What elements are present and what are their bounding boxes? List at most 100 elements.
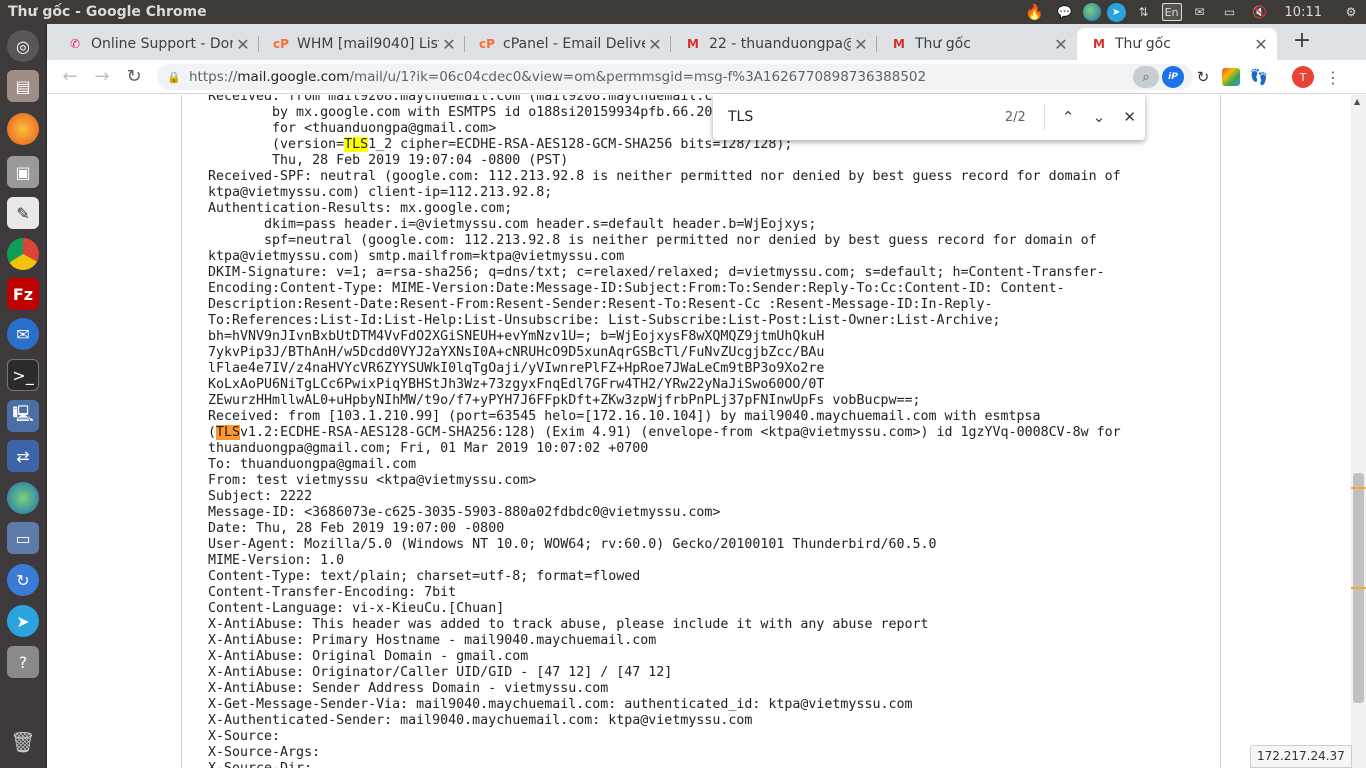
flame-icon[interactable]: 🔥 [1023, 2, 1047, 22]
header-line: X-AntiAbuse: Sender Address Domain - vie… [208, 681, 609, 696]
header-line: spf=neutral (google.com: 112.213.92.8 is… [208, 233, 1097, 248]
header-line: Content-Language: vi-x-KieuCu.[Chuan] [208, 601, 505, 616]
header-line: Received-SPF: neutral (google.com: 112.2… [208, 169, 1121, 184]
help-icon[interactable]: ? [7, 646, 39, 678]
tab-close-icon[interactable]: ✕ [439, 35, 459, 54]
network-icon[interactable]: ⇅ [1132, 2, 1156, 22]
tab-whm[interactable]: cP WHM [mail9040] List ✕ [259, 28, 465, 60]
header-line: ZEwurzHHmllwAL0+uHpbyNIhMW/t9o/f7+yPYH7J… [208, 393, 921, 408]
dash-home-icon[interactable]: ◎ [7, 30, 39, 62]
find-previous-chevron-up-icon[interactable]: ⌃ [1053, 101, 1084, 133]
tab-original-message-active[interactable]: M Thư gốc ✕ [1077, 28, 1277, 60]
header-line: To:References:List-Id:List-Help:List-Uns… [208, 313, 1001, 328]
tab-label: cPanel - Email Delive [503, 36, 645, 52]
sync-extension-icon[interactable]: ↻ [1192, 66, 1214, 88]
text-editor-icon[interactable]: ✎ [7, 197, 39, 229]
files-icon[interactable]: ▤ [7, 70, 39, 102]
raw-message-headers: Received: from mail9208.maychuemail.com … [208, 95, 1208, 768]
power-gear-icon[interactable]: ⚙ [1339, 2, 1363, 22]
header-line: X-Source: [208, 729, 281, 744]
tab-strip: ✆ Online Support - Dor ✕ cP WHM [mail904… [47, 24, 1366, 60]
profile-avatar[interactable]: T [1292, 66, 1314, 88]
find-match-count: 2/2 [1004, 109, 1026, 125]
header-line: X-AntiAbuse: Primary Hostname - mail9040… [208, 633, 657, 648]
trash-icon[interactable]: 🗑 [7, 726, 39, 758]
find-input[interactable]: TLS [728, 109, 968, 125]
tab-online-support[interactable]: ✆ Online Support - Dor ✕ [53, 28, 259, 60]
battery-icon[interactable]: ▭ [1218, 2, 1242, 22]
color-extension-icon[interactable] [1222, 68, 1240, 86]
tab-label: Thư gốc [915, 36, 971, 52]
find-in-page-icon[interactable]: ⌕ [1133, 66, 1159, 88]
tab-label: Online Support - Dor [91, 36, 233, 52]
header-line: bh=hVNV9nJIvnBxbUtDTM4VvFdO2XGiSNEUH+evY… [208, 329, 825, 344]
address-bar[interactable]: 🔒 https://mail.google.com/mail/u/1?ik=06… [157, 64, 1193, 90]
vertical-scrollbar[interactable]: ▲ [1351, 95, 1366, 768]
swirl-app-icon[interactable]: ↻ [7, 564, 39, 596]
tab-gmail-inbox[interactable]: M 22 - thuanduongpa@ ✕ [671, 28, 877, 60]
gmail-favicon-icon: M [687, 37, 699, 51]
remote-desktop-icon[interactable]: 🖳 [7, 400, 39, 432]
back-arrow-icon[interactable]: ← [55, 62, 85, 92]
gnome-extension-icon[interactable]: 👣 [1248, 66, 1270, 88]
header-line: X-AntiAbuse: Originator/Caller UID/GID -… [208, 665, 673, 680]
keyboard-language-indicator[interactable]: En [1161, 3, 1182, 21]
tab-close-icon[interactable]: ✕ [1051, 35, 1071, 54]
tab-close-icon[interactable]: ✕ [645, 35, 665, 54]
header-line: 7ykvPip3J/BThAnH/w5Dcdd0VYJ2aYXNsI0A+cNR… [208, 345, 825, 360]
telegram-icon[interactable]: ➤ [1106, 2, 1126, 22]
url-text[interactable]: https://mail.google.com/mail/u/1?ik=06c0… [189, 69, 1133, 85]
system-top-panel: Thư gốc - Google Chrome 🔥 💬 ➤ ⇅ En ✉ ▭ 🔇… [0, 0, 1366, 24]
header-line: Authentication-Results: mx.google.com; [208, 201, 513, 216]
kebab-menu-icon[interactable]: ⋮ [1322, 66, 1344, 88]
header-line: Encoding:Content-Type: MIME-Version:Date… [208, 281, 1065, 296]
tab-label: WHM [mail9040] List [297, 36, 439, 52]
system-tray: 🔥 💬 ➤ ⇅ En ✉ ▭ 🔇 10:11 ⚙ [1020, 0, 1366, 24]
scroll-up-arrow-icon[interactable]: ▲ [1354, 97, 1360, 106]
find-match-highlight: TLS [216, 425, 241, 440]
firefox-icon[interactable] [7, 113, 39, 145]
chat-icon[interactable]: 💬 [1053, 2, 1077, 22]
telegram-launcher-icon[interactable]: ➤ [7, 605, 39, 637]
globe-icon[interactable] [1082, 3, 1101, 21]
header-line: ktpa@vietmyssu.com) smtp.mailfrom=ktpa@v… [208, 249, 625, 264]
header-line: X-Source-Args: [208, 745, 321, 760]
tab-close-icon[interactable]: ✕ [851, 35, 871, 54]
tab-label: 22 - thuanduongpa@ [709, 36, 851, 52]
header-line: thuanduongpa@gmail.com; Fri, 01 Mar 2019… [208, 441, 649, 456]
network-share-icon[interactable]: ⇄ [7, 440, 39, 472]
lock-icon[interactable]: 🔒 [167, 71, 181, 84]
tab-original-message[interactable]: M Thư gốc ✕ [877, 28, 1077, 60]
status-bubble: 172.217.24.37 [1250, 745, 1352, 768]
header-line: lFlae4e7IV/z4naHVYcVR6ZYYSUWkI0lqTgOaji/… [208, 361, 825, 376]
header-line: Date: Thu, 28 Feb 2019 19:07:00 -0800 [208, 521, 505, 536]
url-host: mail.google.com [237, 69, 350, 85]
filezilla-icon[interactable]: Fz [7, 278, 39, 310]
tab-close-icon[interactable]: ✕ [1251, 35, 1271, 54]
new-tab-button[interactable]: + [1288, 28, 1316, 56]
ip-extension-icon[interactable]: iP [1162, 66, 1184, 88]
find-match-tick [1351, 487, 1366, 489]
thunderbird-icon[interactable]: ✉ [7, 318, 39, 350]
url-path: /mail/u/1?ik=06c04cdec0&view=om&permmsgi… [349, 69, 927, 85]
gmail-favicon-icon: M [893, 37, 905, 51]
browser-globe-icon[interactable] [7, 482, 39, 514]
clock[interactable]: 10:11 [1275, 5, 1336, 20]
tab-close-icon[interactable]: ✕ [233, 35, 253, 54]
header-line: Thu, 28 Feb 2019 19:07:04 -0800 (PST) [208, 153, 569, 168]
volume-muted-icon[interactable]: 🔇 [1248, 2, 1272, 22]
forward-arrow-icon[interactable]: → [87, 62, 117, 92]
screenshot-camera-icon[interactable]: ▣ [7, 156, 39, 188]
find-close-icon[interactable]: ✕ [1114, 101, 1145, 133]
find-next-chevron-down-icon[interactable]: ⌄ [1084, 101, 1115, 133]
monitor-icon[interactable]: ▭ [7, 522, 39, 554]
header-line: Subject: 2222 [208, 489, 313, 504]
terminal-icon[interactable]: >_ [7, 359, 39, 391]
tab-cpanel-email[interactable]: cP cPanel - Email Delive ✕ [465, 28, 671, 60]
chrome-icon[interactable] [7, 238, 39, 270]
header-line: MIME-Version: 1.0 [208, 553, 345, 568]
header-line: Description:Resent-Date:Resent-From:Rese… [208, 297, 993, 312]
reload-icon[interactable]: ↻ [119, 62, 149, 92]
cpanel-favicon-icon: cP [273, 37, 289, 51]
mail-icon[interactable]: ✉ [1188, 2, 1212, 22]
